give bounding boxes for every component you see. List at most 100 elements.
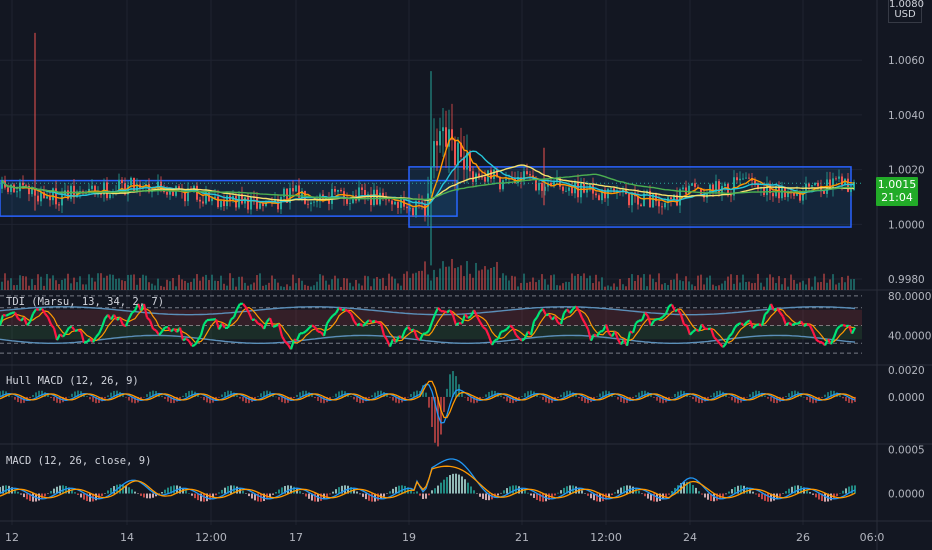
volume-bar	[781, 284, 783, 290]
volume-bar	[595, 274, 597, 290]
volume-bar	[94, 281, 96, 290]
hull-histogram-bar	[749, 394, 751, 397]
volume-bar	[667, 284, 669, 290]
macd-histogram-bar	[272, 493, 274, 495]
macd-histogram-bar	[647, 493, 649, 499]
macd-histogram-bar	[614, 492, 616, 494]
volume-bar	[661, 284, 663, 290]
hull-histogram-bar	[545, 396, 547, 403]
volume-bar	[7, 280, 9, 290]
currency-label[interactable]: 1.0080 USD	[888, 0, 924, 23]
macd-histogram-bar	[242, 490, 244, 494]
macd-histogram-bar	[134, 491, 136, 494]
macd-histogram-bar	[386, 493, 388, 495]
price-tick-label-4: 0.9980	[888, 274, 925, 286]
volume-bar	[517, 286, 519, 290]
candle-body	[781, 187, 783, 199]
volume-bar	[598, 281, 600, 290]
candle-body	[565, 190, 567, 192]
volume-bar	[445, 266, 447, 290]
volume-bar	[136, 284, 138, 290]
macd-histogram-bar	[188, 493, 190, 494]
volume-bar	[790, 274, 792, 290]
hull-histogram-bar	[656, 396, 658, 401]
macd-histogram-bar	[194, 493, 196, 499]
hull-histogram-bar	[464, 396, 466, 398]
macd-indicator-label[interactable]: MACD (12, 26, close, 9)	[6, 455, 151, 467]
volume-bar	[643, 274, 645, 290]
candle-body	[736, 177, 738, 181]
volume-bar	[805, 284, 807, 290]
candle-body	[313, 201, 315, 203]
volume-bar	[736, 275, 738, 290]
hull-histogram-bar	[500, 395, 502, 397]
price-tick-label-1: 1.0040	[888, 110, 925, 122]
volume-bar	[688, 281, 690, 290]
volume-bar	[295, 283, 297, 290]
volume-bar	[775, 283, 777, 290]
tdi-rsi-segment	[371, 319, 376, 323]
hull-histogram-bar	[92, 396, 94, 402]
hull-histogram-bar	[332, 396, 334, 398]
hull-histogram-bar	[581, 396, 583, 402]
volume-bar	[148, 282, 150, 290]
volume-bar	[370, 286, 372, 290]
volume-bar	[361, 285, 363, 290]
macd-histogram-bar	[74, 492, 76, 494]
hull-histogram-bar	[575, 395, 577, 397]
volume-bar	[613, 283, 615, 290]
macd-histogram-bar	[773, 493, 775, 501]
candle-body	[808, 183, 810, 187]
volume-bar	[190, 281, 192, 290]
volume-bar	[592, 283, 594, 290]
volume-bar	[154, 285, 156, 290]
volume-bar	[400, 285, 402, 290]
volume-bar	[583, 273, 585, 290]
tdi-rsi-segment	[257, 322, 262, 326]
trading-chart[interactable]: 1.0060 1.0040 1.0020 1.0000 0.9980 80.0000 40.…	[0, 0, 932, 550]
tdi-indicator-label[interactable]: TDI (Marsu, 13, 34, 2, 7)	[6, 296, 164, 308]
volume-bar	[274, 278, 276, 290]
volume-bar	[52, 275, 54, 290]
candle-body	[745, 177, 747, 179]
volume-bar	[16, 284, 18, 290]
volume-bar	[586, 278, 588, 290]
volume-bar	[55, 280, 57, 290]
hull-histogram-bar	[746, 396, 748, 398]
volume-bar	[229, 273, 231, 290]
macd-histogram-bar	[173, 485, 175, 494]
last-price-value: 1.0015	[877, 178, 917, 191]
volume-bar	[40, 276, 42, 290]
macd-histogram-bar	[452, 473, 454, 494]
tdi-rsi-segment	[191, 343, 196, 348]
volume-bar	[685, 276, 687, 290]
volume-bar	[520, 282, 522, 290]
volume-bar	[829, 279, 831, 290]
hull-macd-indicator-label[interactable]: Hull MACD (12, 26, 9)	[6, 375, 139, 387]
volume-bar	[772, 277, 774, 290]
volume-bar	[385, 285, 387, 290]
tdi-rsi-segment	[500, 329, 505, 333]
macd-histogram-bar	[590, 493, 592, 499]
candle-body	[850, 189, 852, 192]
hull-histogram-bar	[35, 392, 37, 397]
time-tick-label-7: 24	[683, 531, 697, 544]
macd-histogram-bar	[419, 493, 421, 496]
candle-body	[202, 201, 204, 204]
tdi-rsi-segment	[317, 330, 322, 334]
candle-body	[295, 185, 297, 192]
volume-bar	[196, 274, 198, 290]
volume-bar	[676, 273, 678, 290]
volume-bar	[568, 281, 570, 290]
volume-bar	[364, 275, 366, 290]
volume-bar	[565, 281, 567, 290]
macd-histogram-bar	[245, 493, 247, 494]
hull-histogram-bar	[653, 396, 655, 398]
macd-histogram-bar	[479, 493, 481, 497]
macd-histogram-bar	[302, 493, 304, 495]
macd-histogram-bar	[503, 490, 505, 494]
candle-body	[595, 193, 597, 196]
tdi-rsi-segment	[755, 323, 760, 327]
macd-histogram-bar	[425, 493, 427, 499]
volume-bar	[529, 281, 531, 290]
